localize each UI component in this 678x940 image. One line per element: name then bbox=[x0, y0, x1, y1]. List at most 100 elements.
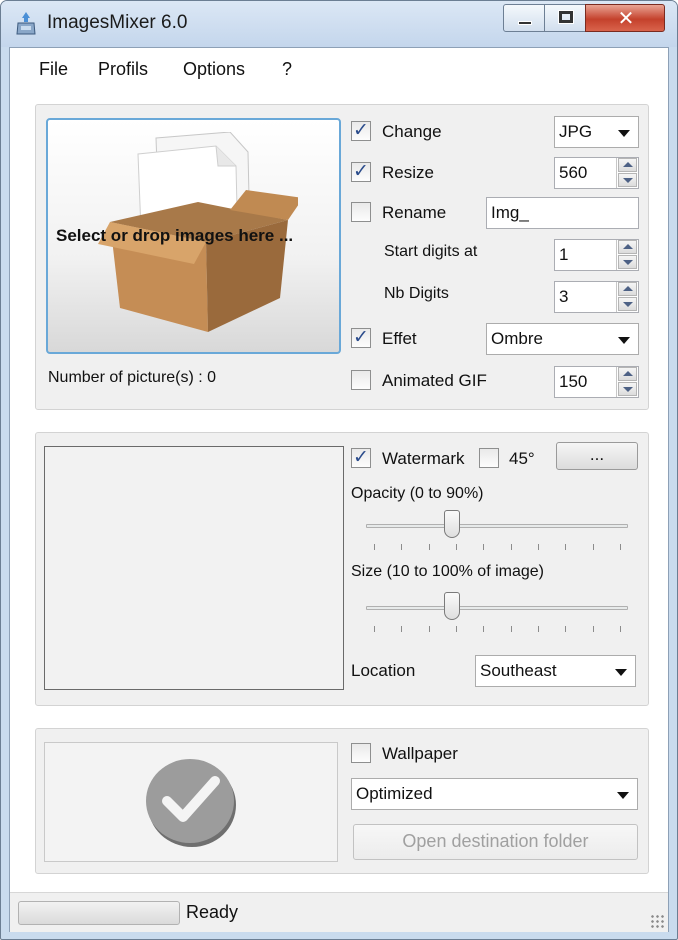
chevron-down-icon bbox=[617, 792, 629, 799]
close-button[interactable]: ✕ bbox=[585, 4, 665, 32]
format-select[interactable]: JPG bbox=[554, 116, 639, 148]
resize-value: 560 bbox=[559, 163, 588, 182]
nb-digits-value: 3 bbox=[559, 287, 569, 306]
slider-thumb[interactable] bbox=[444, 592, 461, 620]
picture-count: Number of picture(s) : 0 bbox=[48, 369, 217, 386]
menu-bar: File Profils Options ? bbox=[10, 48, 668, 90]
image-drop-zone[interactable]: Select or drop images here ... bbox=[46, 118, 341, 354]
wallpaper-mode-select[interactable]: Optimized bbox=[351, 778, 638, 810]
run-button[interactable] bbox=[44, 742, 338, 862]
slider-tick bbox=[374, 626, 375, 632]
animated-gif-spinner[interactable]: 150 bbox=[554, 366, 639, 398]
animated-gif-value: 150 bbox=[559, 372, 588, 391]
resize-checkbox[interactable]: ✓ bbox=[351, 160, 371, 182]
slider-tick bbox=[620, 626, 621, 632]
spin-down-icon[interactable] bbox=[618, 382, 637, 396]
watermark-checkbox[interactable]: ✓ bbox=[351, 446, 371, 468]
slider-tick bbox=[510, 544, 512, 550]
slider-track bbox=[366, 524, 628, 528]
app-window: ImagesMixer 6.0 ✕ File Profils Options ? bbox=[0, 0, 678, 940]
location-value: Southeast bbox=[480, 661, 557, 680]
check-icon: ✓ bbox=[353, 119, 369, 141]
wallpaper-group: Wallpaper Optimized Open destination fol… bbox=[35, 728, 649, 874]
start-digits-value: 1 bbox=[559, 245, 569, 264]
effet-label: Effet bbox=[382, 329, 417, 348]
wallpaper-mode-value: Optimized bbox=[356, 784, 433, 803]
opacity-slider[interactable] bbox=[366, 507, 628, 557]
animated-gif-label: Animated GIF bbox=[382, 371, 487, 390]
window-title: ImagesMixer 6.0 bbox=[47, 12, 188, 33]
maximize-icon bbox=[559, 11, 573, 23]
format-value: JPG bbox=[559, 122, 593, 141]
slider-tick bbox=[428, 626, 430, 632]
slider-tick bbox=[401, 544, 403, 550]
start-digits-spinner[interactable]: 1 bbox=[554, 239, 639, 271]
status-bar: Ready bbox=[10, 892, 668, 932]
slider-track bbox=[366, 606, 628, 610]
watermark-preview[interactable] bbox=[44, 446, 344, 690]
slider-tick bbox=[483, 544, 485, 550]
check-icon: ✓ bbox=[353, 160, 369, 182]
slider-tick bbox=[456, 544, 457, 550]
slider-tick bbox=[456, 626, 457, 632]
minimize-button[interactable] bbox=[503, 4, 545, 32]
slider-tick bbox=[565, 544, 567, 550]
slider-tick bbox=[565, 626, 567, 632]
close-icon: ✕ bbox=[617, 6, 635, 30]
effet-checkbox[interactable]: ✓ bbox=[351, 326, 371, 348]
progress-bar bbox=[18, 901, 180, 925]
size-label: Size (10 to 100% of image) bbox=[351, 563, 544, 580]
client-area: File Profils Options ? Select or drop im… bbox=[9, 47, 669, 932]
rename-checkbox[interactable] bbox=[351, 202, 371, 222]
slider-tick bbox=[483, 626, 485, 632]
watermark-group: ✓ Watermark 45° ... Opacity (0 to 90%) S… bbox=[35, 432, 649, 706]
wallpaper-label: Wallpaper bbox=[382, 744, 458, 763]
wallpaper-checkbox[interactable] bbox=[351, 743, 371, 763]
drop-zone-text: Select or drop images here ... bbox=[56, 226, 294, 245]
slider-tick bbox=[538, 626, 539, 632]
menu-profils[interactable]: Profils bbox=[98, 59, 148, 80]
slider-tick bbox=[401, 626, 403, 632]
angle-45-checkbox[interactable] bbox=[479, 448, 499, 468]
rename-input[interactable]: Img_ bbox=[486, 197, 639, 229]
resize-grip-icon[interactable] bbox=[650, 914, 664, 928]
options-group: Select or drop images here ... Number of… bbox=[35, 104, 649, 410]
chevron-down-icon bbox=[618, 337, 630, 344]
rename-label: Rename bbox=[382, 203, 447, 222]
animated-gif-checkbox[interactable] bbox=[351, 370, 371, 390]
slider-tick bbox=[510, 626, 512, 632]
watermark-label: Watermark bbox=[382, 449, 465, 468]
menu-options[interactable]: Options bbox=[183, 59, 245, 80]
spin-down-icon[interactable] bbox=[618, 173, 637, 187]
spin-down-icon[interactable] bbox=[618, 297, 637, 311]
spin-up-icon[interactable] bbox=[618, 367, 637, 381]
location-label: Location bbox=[351, 661, 416, 680]
maximize-button[interactable] bbox=[544, 4, 586, 32]
open-destination-folder-button[interactable]: Open destination folder bbox=[353, 824, 638, 860]
slider-tick bbox=[592, 626, 594, 632]
effet-value: Ombre bbox=[491, 329, 543, 348]
start-digits-label: Start digits at bbox=[384, 243, 478, 260]
spin-up-icon[interactable] bbox=[618, 158, 637, 172]
menu-file[interactable]: File bbox=[39, 59, 68, 80]
slider-tick bbox=[538, 544, 539, 550]
minimize-icon bbox=[518, 21, 532, 25]
location-select[interactable]: Southeast bbox=[475, 655, 636, 687]
spin-up-icon[interactable] bbox=[618, 282, 637, 296]
slider-tick bbox=[592, 544, 594, 550]
resize-label: Resize bbox=[382, 163, 434, 182]
opacity-label: Opacity (0 to 90%) bbox=[351, 485, 484, 502]
change-checkbox[interactable]: ✓ bbox=[351, 119, 371, 141]
spin-up-icon[interactable] bbox=[618, 240, 637, 254]
change-label: Change bbox=[382, 122, 442, 141]
nb-digits-spinner[interactable]: 3 bbox=[554, 281, 639, 313]
size-slider[interactable] bbox=[366, 589, 628, 639]
title-bar[interactable]: ImagesMixer 6.0 ✕ bbox=[1, 1, 677, 47]
slider-thumb[interactable] bbox=[444, 510, 461, 538]
effet-select[interactable]: Ombre bbox=[486, 323, 639, 355]
browse-watermark-button[interactable]: ... bbox=[556, 442, 638, 470]
menu-help[interactable]: ? bbox=[282, 59, 292, 80]
app-icon bbox=[16, 12, 36, 35]
resize-spinner[interactable]: 560 bbox=[554, 157, 639, 189]
spin-down-icon[interactable] bbox=[618, 255, 637, 269]
